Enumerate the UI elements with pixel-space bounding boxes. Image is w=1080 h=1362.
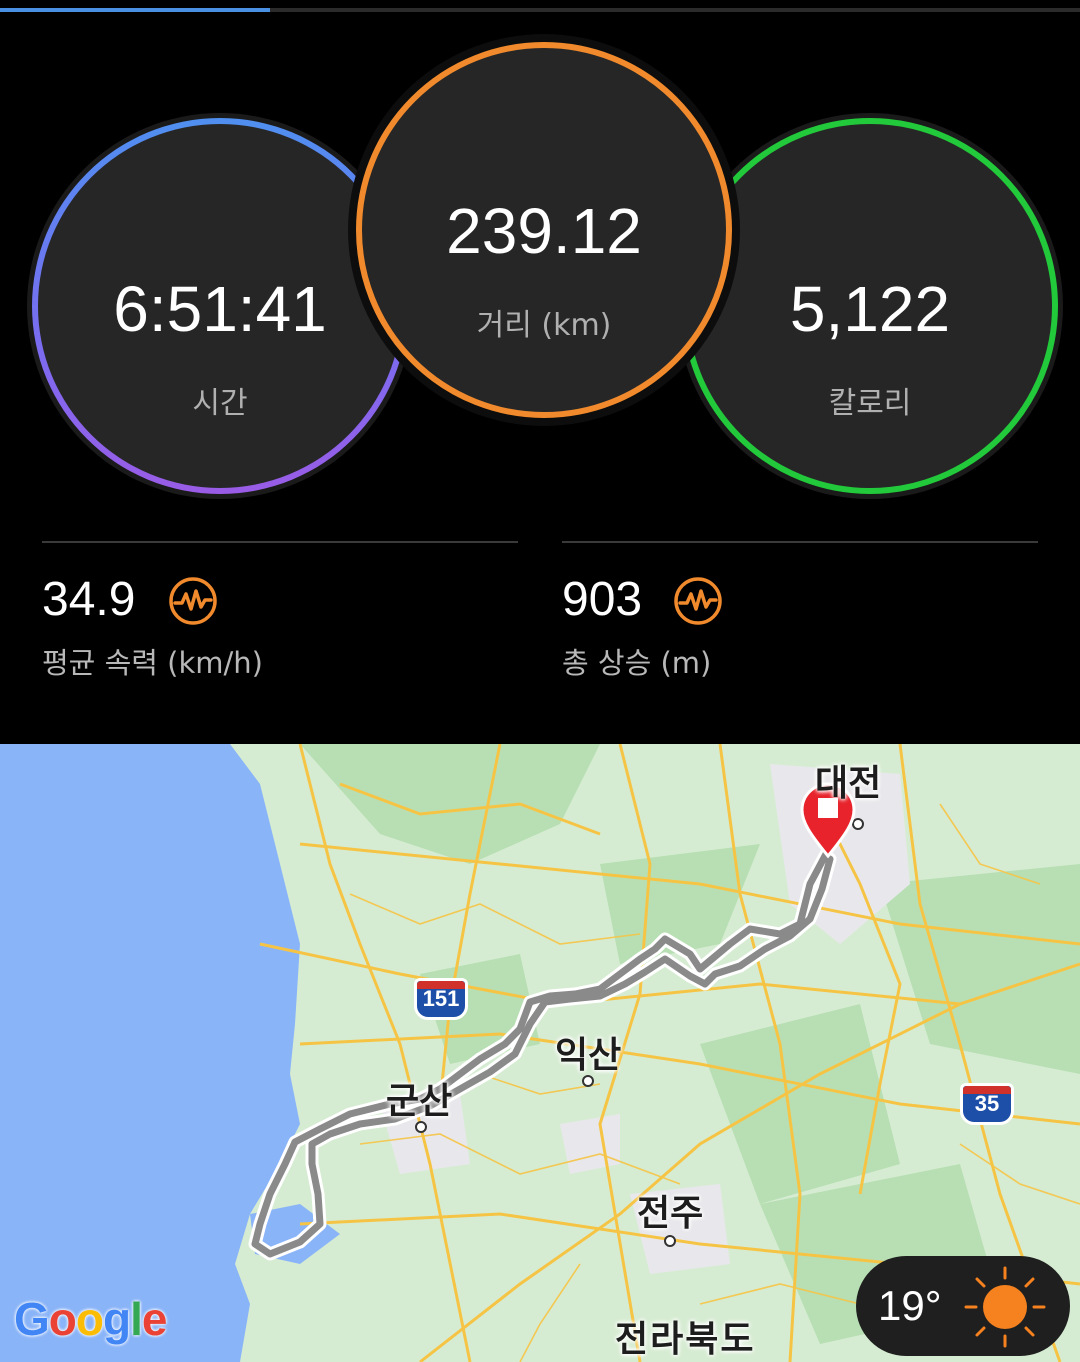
distance-value: 239.12 [446,195,642,267]
highway-35-shield: 35 [960,1083,1014,1125]
google-logo-letter: e [141,1293,168,1345]
route-map[interactable]: 대전 익산 군산 전주 전라북도 151 35 Google 19° [0,744,1080,1362]
highway-151-shield: 151 [414,978,468,1020]
city-label-gunsan: 군산 [386,1081,453,1122]
google-logo-letter: l [130,1293,143,1345]
google-logo-letter: G [14,1293,50,1345]
distance-ring[interactable]: 239.12 거리 (km) [356,42,732,418]
weather-badge[interactable]: 19° [856,1256,1070,1356]
stat-divider-right [562,541,1038,543]
temperature-value: 19° [878,1282,942,1329]
heartbeat-icon[interactable] [673,576,723,626]
google-logo-letter: o [48,1293,77,1345]
google-logo-letter: g [103,1293,131,1345]
province-label: 전라북도 [615,1319,756,1360]
city-label-daejeon: 대전 [815,763,882,804]
google-logo-letter: o [75,1293,104,1345]
stat-divider-left [42,541,518,543]
progress-fill [0,8,270,12]
time-value: 6:51:41 [113,273,327,345]
calories-ring[interactable]: 5,122 칼로리 [682,118,1058,494]
elevation-value: 903 [562,573,643,626]
time-label: 시간 [192,386,248,421]
heartbeat-icon[interactable] [168,576,218,626]
progress-track [0,8,1080,12]
calories-value: 5,122 [789,273,951,345]
city-label-jeonju: 전주 [637,1193,704,1234]
distance-label: 거리 (km) [476,308,612,343]
avg-speed-value: 34.9 [42,573,136,626]
avg-speed-label: 평균 속력 (km/h) [42,646,263,680]
elevation-label: 총 상승 (m) [562,646,712,680]
google-logo: Google [14,1292,168,1346]
city-label-iksan: 익산 [555,1035,622,1076]
sun-icon [964,1266,1046,1348]
time-ring[interactable]: 6:51:41 시간 [32,118,408,494]
calories-label: 칼로리 [828,386,912,421]
